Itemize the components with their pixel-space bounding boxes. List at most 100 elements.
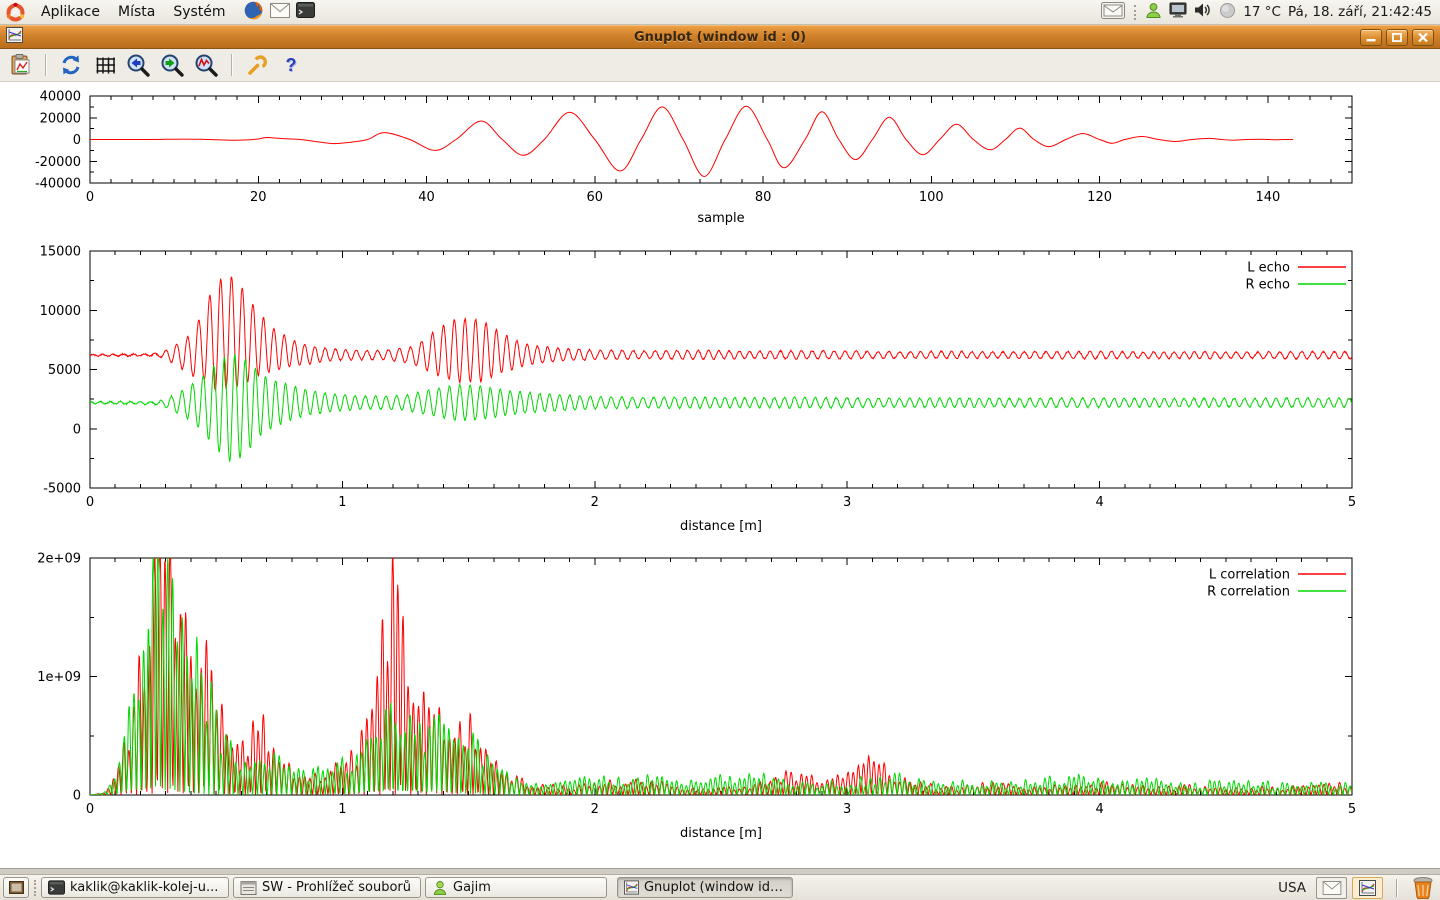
- svg-text:L echo: L echo: [1247, 261, 1290, 276]
- previous-zoom-button[interactable]: [124, 51, 154, 79]
- volume-icon[interactable]: [1194, 2, 1212, 22]
- replot-button[interactable]: [56, 51, 86, 79]
- toolbar-separator: [231, 54, 233, 76]
- help-button[interactable]: ?: [276, 51, 306, 79]
- task-label: kaklik@kaklik-kolej-u...: [70, 880, 218, 895]
- svg-text:80: 80: [755, 190, 772, 205]
- menu-applications[interactable]: Aplikace: [32, 2, 109, 22]
- grid-icon: [93, 53, 117, 77]
- keyboard-layout-indicator[interactable]: USA: [1278, 880, 1306, 896]
- menu-system[interactable]: Systém: [164, 2, 234, 22]
- clock-label[interactable]: Pá, 18. září, 21:42:45: [1288, 4, 1432, 20]
- plot-canvas[interactable]: 020406080100120140-40000-200000200004000…: [0, 82, 1440, 868]
- zoom-next-icon: [160, 53, 186, 77]
- svg-text:R echo: R echo: [1245, 278, 1290, 293]
- svg-text:5: 5: [1348, 495, 1356, 510]
- file-manager-icon: [240, 880, 257, 896]
- tray-mail-icon[interactable]: [1316, 877, 1347, 899]
- plot-correlation: 01234501e+092e+09distance [m]L correlati…: [37, 552, 1356, 842]
- show-desktop-button[interactable]: [3, 877, 29, 898]
- svg-text:3: 3: [843, 802, 851, 817]
- terminal-launcher-icon[interactable]: [296, 2, 315, 22]
- svg-text:sample: sample: [697, 211, 744, 226]
- svg-text:0: 0: [73, 789, 81, 804]
- svg-text:-20000: -20000: [35, 155, 81, 170]
- wrench-icon: [244, 53, 270, 77]
- window-list-handle[interactable]: [34, 880, 36, 896]
- applet-handle[interactable]: [1134, 5, 1136, 20]
- taskbar-item-gajim[interactable]: Gajim: [425, 877, 607, 898]
- taskbar-tray: USA: [1278, 876, 1437, 899]
- desktop: Aplikace Místa Systém: [0, 0, 1440, 900]
- svg-text:3: 3: [843, 495, 851, 510]
- svg-text:-5000: -5000: [43, 482, 81, 497]
- user-presence-icon[interactable]: [1145, 2, 1162, 23]
- menu-places[interactable]: Místa: [109, 2, 164, 22]
- terminal-icon: [48, 880, 65, 895]
- svg-text:0: 0: [73, 422, 81, 437]
- svg-text:100: 100: [919, 190, 944, 205]
- svg-text:120: 120: [1087, 190, 1112, 205]
- svg-text:0: 0: [86, 802, 94, 817]
- svg-text:5000: 5000: [48, 363, 81, 378]
- firefox-icon[interactable]: [243, 0, 264, 25]
- svg-text:60: 60: [587, 190, 604, 205]
- tray-gnuplot-icon[interactable]: [1352, 877, 1383, 899]
- svg-text:10000: 10000: [40, 304, 81, 319]
- task-label: Gajim: [453, 880, 491, 895]
- minimize-button[interactable]: [1360, 29, 1382, 46]
- svg-text:L correlation: L correlation: [1209, 568, 1290, 583]
- mail-notification-icon[interactable]: [1101, 2, 1125, 23]
- refresh-icon: [59, 53, 83, 77]
- toggle-grid-button[interactable]: [90, 51, 120, 79]
- unzoom-button[interactable]: [192, 51, 222, 79]
- mail-launcher-icon[interactable]: [270, 3, 290, 22]
- svg-text:1: 1: [338, 495, 346, 510]
- svg-text:15000: 15000: [40, 245, 81, 260]
- trash-icon[interactable]: [1411, 876, 1435, 899]
- show-desktop-icon: [9, 881, 24, 894]
- svg-text:40000: 40000: [40, 90, 81, 105]
- svg-text:distance [m]: distance [m]: [680, 519, 762, 534]
- help-icon: ?: [286, 55, 297, 76]
- plot-sample-waveform: 020406080100120140-40000-200000200004000…: [35, 90, 1352, 227]
- taskbar-item-file-manager[interactable]: SW - Prohlížeč souborů: [233, 877, 421, 898]
- gnuplot-toolbar: ?: [0, 49, 1440, 82]
- svg-text:5: 5: [1348, 802, 1356, 817]
- maximize-button[interactable]: [1386, 29, 1408, 46]
- panel-indicators: 17 °C Pá, 18. září, 21:42:45: [1101, 2, 1435, 23]
- taskbar-item-gnuplot[interactable]: Gnuplot (window id : 0): [617, 877, 793, 898]
- svg-text:140: 140: [1255, 190, 1280, 205]
- svg-text:0: 0: [86, 495, 94, 510]
- weather-icon[interactable]: [1219, 2, 1236, 23]
- svg-text:2e+09: 2e+09: [37, 552, 81, 567]
- toolbar-separator: [45, 54, 47, 76]
- plot-echo: 012345-5000050001000015000distance [m]L …: [40, 245, 1357, 535]
- svg-text:20000: 20000: [40, 111, 81, 126]
- panel-launchers: [243, 0, 315, 25]
- ubuntu-menu-icon[interactable]: [5, 2, 26, 23]
- unzoom-icon: [194, 53, 220, 77]
- svg-text:40: 40: [418, 190, 435, 205]
- svg-text:1e+09: 1e+09: [37, 670, 81, 685]
- next-zoom-button[interactable]: [158, 51, 188, 79]
- svg-text:4: 4: [1095, 802, 1103, 817]
- gajim-icon: [432, 880, 448, 896]
- temperature-label[interactable]: 17 °C: [1243, 4, 1281, 20]
- svg-text:4: 4: [1095, 495, 1103, 510]
- copy-plot-icon: [9, 53, 33, 77]
- svg-text:-40000: -40000: [35, 177, 81, 192]
- svg-text:20: 20: [250, 190, 267, 205]
- svg-text:distance [m]: distance [m]: [680, 826, 762, 841]
- options-button[interactable]: [242, 51, 272, 79]
- svg-text:0: 0: [86, 190, 94, 205]
- taskbar-item-terminal[interactable]: kaklik@kaklik-kolej-u...: [41, 877, 229, 898]
- copy-to-clipboard-button[interactable]: [6, 51, 36, 79]
- svg-text:2: 2: [591, 802, 599, 817]
- window-titlebar[interactable]: Gnuplot (window id : 0): [0, 25, 1440, 49]
- display-icon[interactable]: [1169, 2, 1187, 22]
- close-button[interactable]: [1412, 29, 1434, 46]
- window-title: Gnuplot (window id : 0): [0, 30, 1440, 45]
- zoom-previous-icon: [126, 53, 152, 77]
- gnuplot-plots: 020406080100120140-40000-200000200004000…: [0, 82, 1440, 868]
